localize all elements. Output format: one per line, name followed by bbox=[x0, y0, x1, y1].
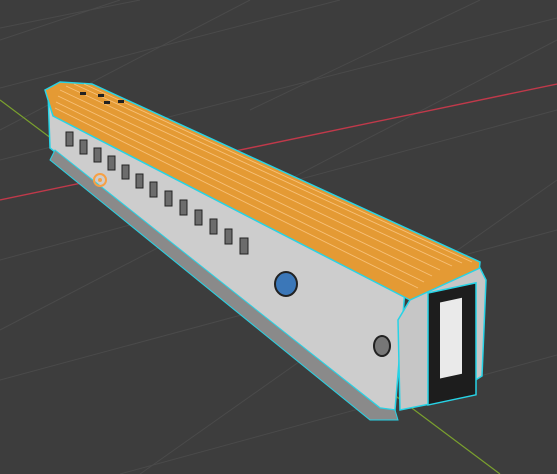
window bbox=[93, 147, 102, 163]
window bbox=[79, 139, 88, 155]
window bbox=[149, 181, 158, 198]
window bbox=[224, 228, 233, 245]
end-door-window bbox=[440, 297, 462, 379]
window bbox=[121, 164, 130, 180]
rear-porthole bbox=[373, 335, 391, 357]
window bbox=[107, 155, 116, 171]
window bbox=[65, 131, 74, 147]
window bbox=[209, 218, 218, 235]
window bbox=[135, 173, 144, 189]
window bbox=[194, 209, 203, 226]
window bbox=[164, 190, 173, 207]
window bbox=[239, 237, 249, 255]
object-origin-dot bbox=[98, 178, 102, 182]
porthole-window bbox=[274, 271, 298, 297]
window bbox=[179, 199, 188, 216]
railcar-object[interactable] bbox=[44, 81, 487, 421]
3d-viewport[interactable] bbox=[0, 0, 557, 474]
viewport-canvas[interactable] bbox=[0, 0, 557, 474]
